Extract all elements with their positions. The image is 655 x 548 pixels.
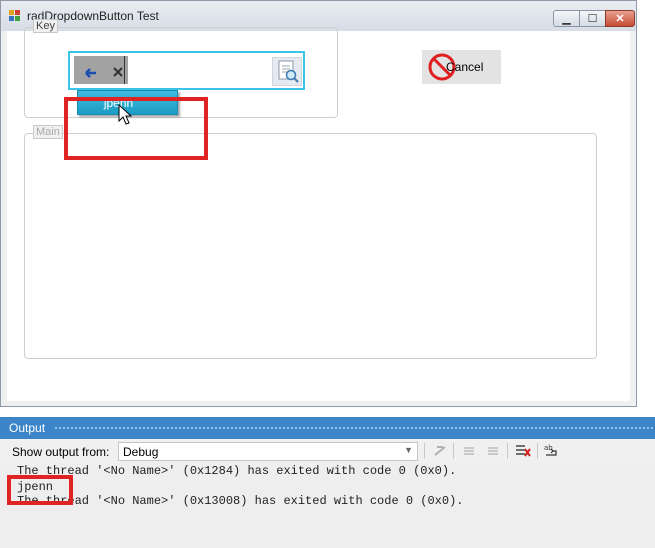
- chevron-down-icon: ▼: [404, 445, 413, 455]
- highlight-box-output: [7, 475, 73, 505]
- search-button[interactable]: [272, 57, 302, 86]
- close-button[interactable]: ✕: [605, 10, 635, 27]
- output-toolbar: Show output from: Debug ▼ ab: [0, 439, 655, 463]
- find-message-icon[interactable]: [432, 443, 448, 459]
- output-source-value: Debug: [123, 445, 159, 459]
- text-caret-icon: [124, 56, 125, 84]
- next-message-icon[interactable]: [485, 443, 501, 459]
- app-icon: [9, 10, 21, 22]
- dropdown-arrow-button[interactable]: [74, 56, 128, 84]
- main-group-box: [24, 133, 597, 359]
- output-title-bar: Output: [0, 417, 655, 439]
- title-grip-dots: [54, 426, 655, 431]
- toolbar-separator: [507, 443, 508, 459]
- search-document-icon: [278, 60, 299, 83]
- toolbar-separator: [453, 443, 454, 459]
- minimize-button[interactable]: ▁: [553, 10, 580, 27]
- main-group-legend: Main: [33, 125, 63, 139]
- clear-all-icon[interactable]: [515, 443, 531, 459]
- output-line: The thread '<No Name>' (0x1284) has exit…: [17, 464, 457, 478]
- previous-message-icon[interactable]: [461, 443, 477, 459]
- word-wrap-icon[interactable]: ab: [544, 443, 560, 459]
- toolbar-separator: [537, 443, 538, 459]
- cancel-button-label: Cancel: [446, 60, 484, 74]
- svg-text:ab: ab: [544, 444, 553, 452]
- show-output-label: Show output from:: [12, 445, 110, 459]
- maximize-button[interactable]: ☐: [579, 10, 606, 27]
- output-line: The thread '<No Name>' (0x13008) has exi…: [17, 494, 464, 508]
- swap-arrows-icon: [85, 67, 123, 78]
- toolbar-separator: [424, 443, 425, 459]
- output-title: Output: [9, 421, 46, 435]
- output-source-select[interactable]: Debug ▼: [118, 442, 418, 461]
- key-group-legend: Key: [33, 19, 58, 33]
- highlight-box-popup: [64, 97, 208, 160]
